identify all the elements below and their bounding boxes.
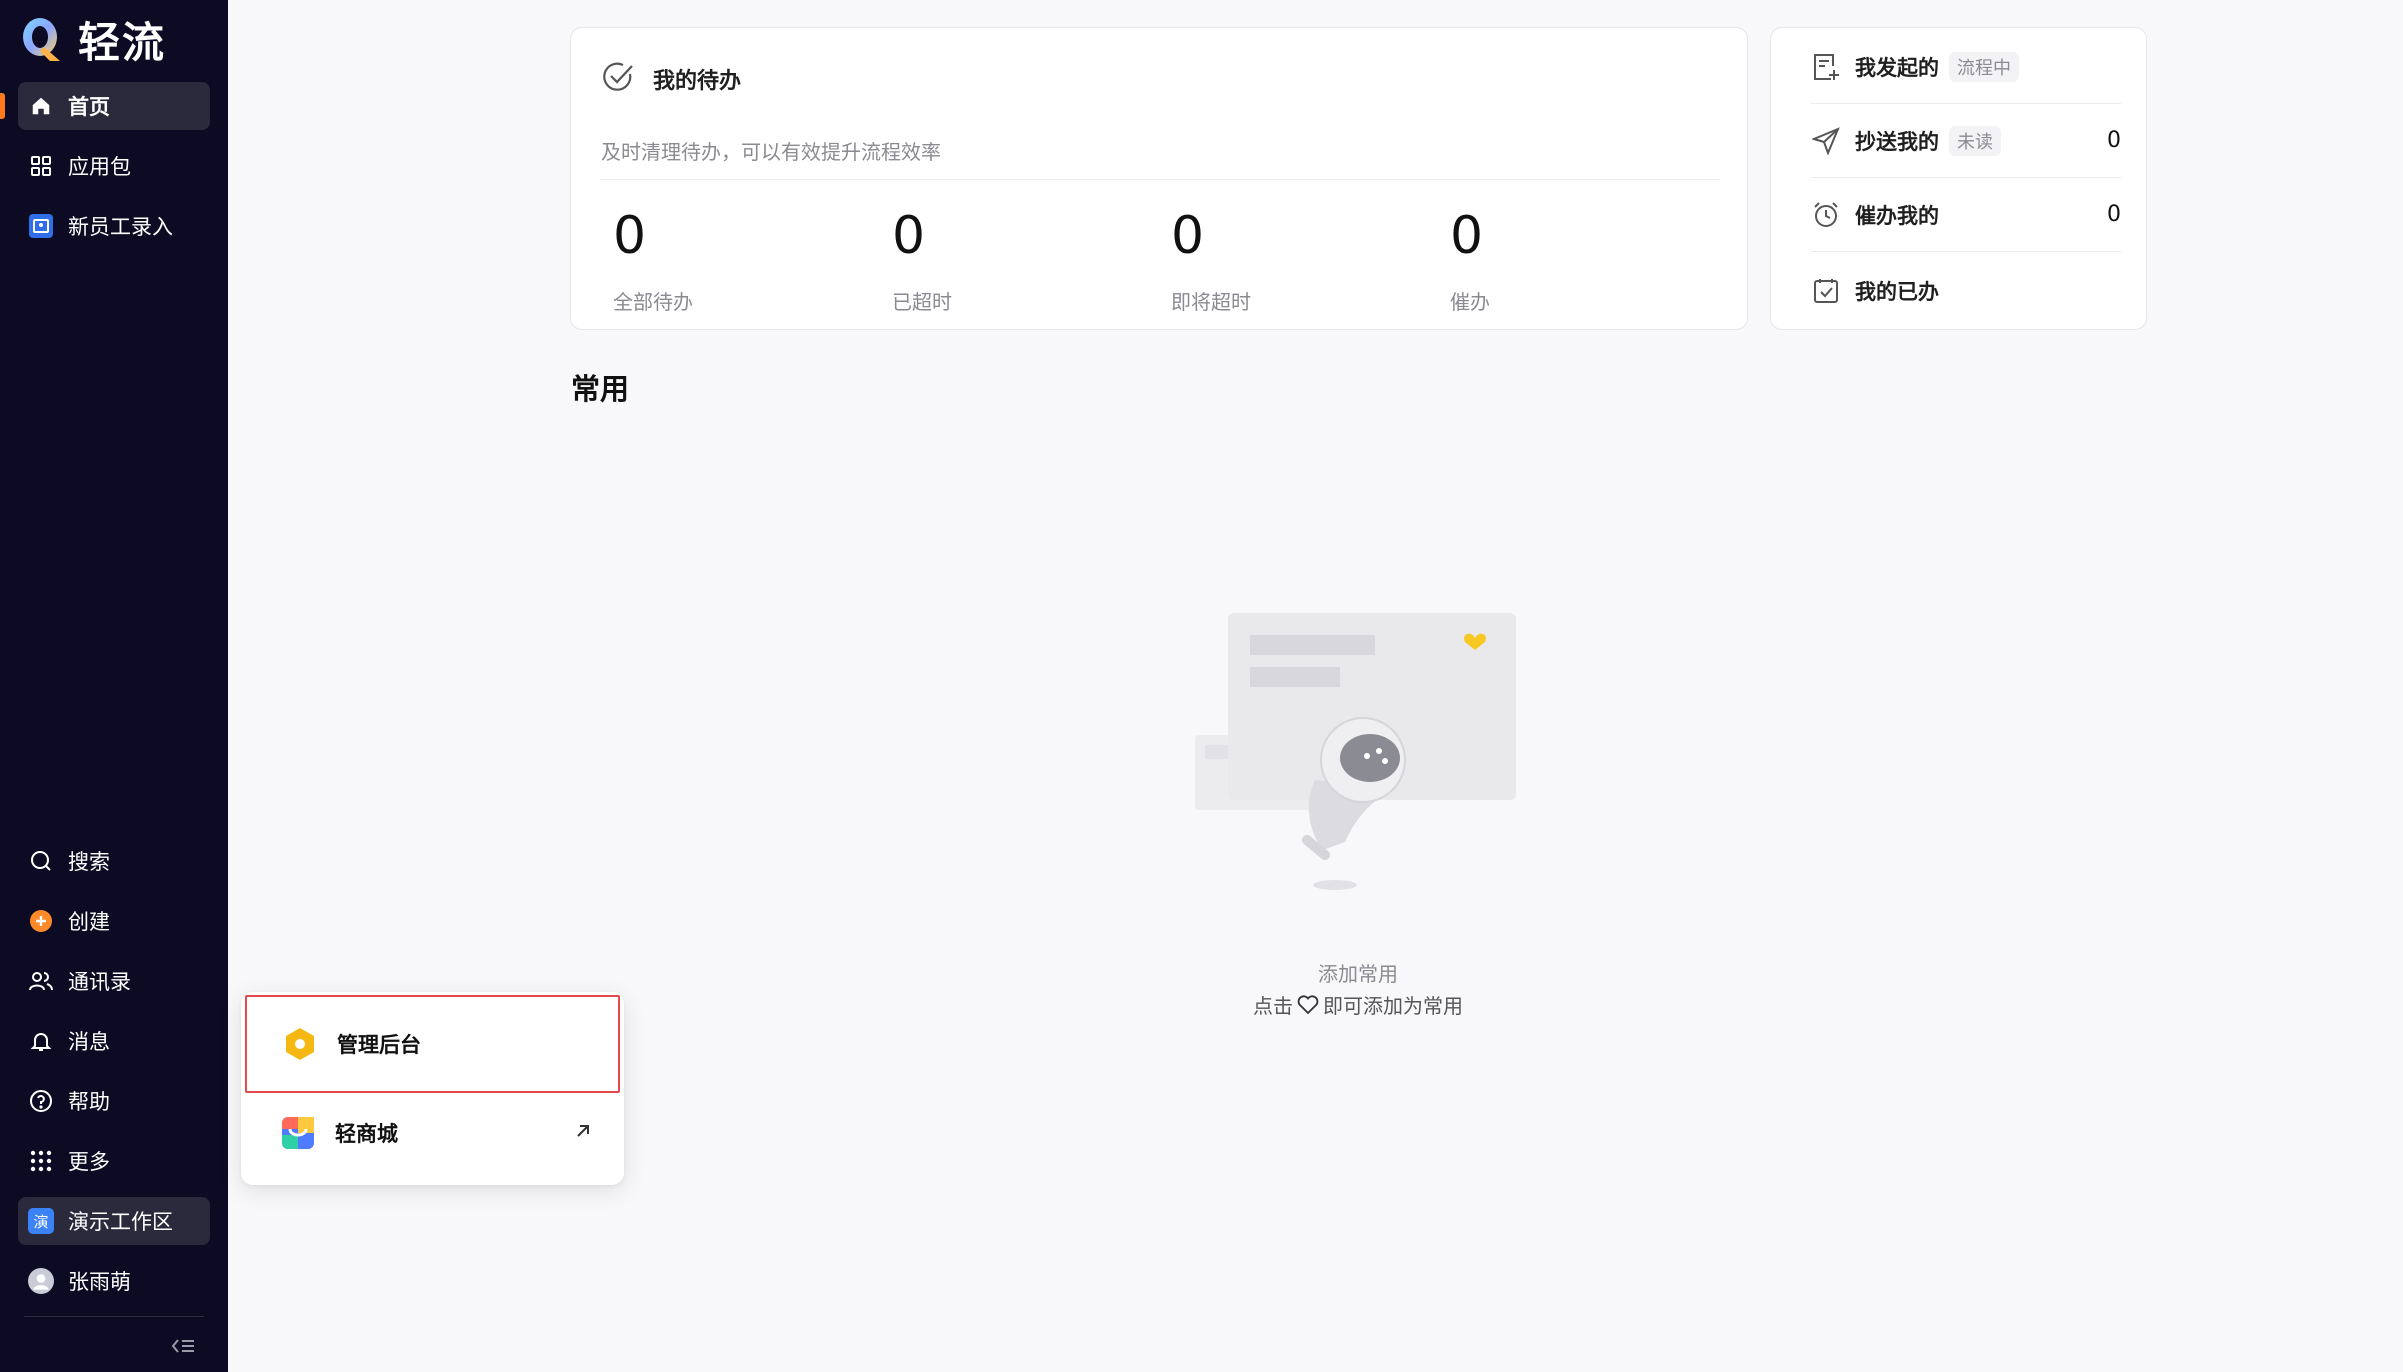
stat-value: 0 <box>892 206 926 266</box>
status-badge: 未读 <box>1949 125 2001 156</box>
alarm-clock-icon <box>1811 200 1841 230</box>
app-root: 轻流 首页 应用包 新员工录入 搜索 创建 通讯录 消息 帮助 更多 演 演示工… <box>0 0 2403 1372</box>
search-icon <box>28 848 54 874</box>
todo-header: 我的待办 <box>601 60 741 98</box>
user-name: 张雨萌 <box>68 1270 131 1294</box>
process-summary-card: 我发起的 流程中 抄送我的 未读 0 催办我的 0 我的已办 <box>1770 27 2147 330</box>
empty-state-hint: 点击 即可添加为常用 <box>1208 990 1508 1019</box>
menu-item-admin-console[interactable]: 管理后台 <box>245 995 620 1093</box>
divider <box>601 179 1719 180</box>
workspace-badge: 演 <box>28 1208 54 1234</box>
menu-item-label: 轻商城 <box>335 1122 398 1146</box>
dots-grid-icon <box>28 1148 54 1174</box>
logo-text: 轻流 <box>78 17 167 67</box>
menu-item-store[interactable]: 轻商城 <box>245 1090 620 1176</box>
sidebar: 轻流 首页 应用包 新员工录入 搜索 创建 通讯录 消息 帮助 更多 演 演示工… <box>0 0 228 1372</box>
row-done-by-me[interactable]: 我的已办 <box>1811 254 2121 328</box>
row-count: 0 <box>2107 128 2121 153</box>
help-icon <box>28 1088 54 1114</box>
hint-text-pre: 点击 <box>1253 994 1293 1018</box>
sidebar-item-label: 首页 <box>68 95 110 119</box>
row-urged-me[interactable]: 催办我的 0 <box>1811 178 2121 252</box>
todo-subtitle: 及时清理待办，可以有效提升流程效率 <box>601 140 941 164</box>
row-count: 0 <box>2107 202 2121 227</box>
workspace-label: 演示工作区 <box>68 1210 173 1234</box>
collapse-sidebar-icon[interactable] <box>170 1334 196 1358</box>
sidebar-divider <box>24 1316 204 1317</box>
stat-overdue[interactable]: 0 已超时 <box>892 206 1152 315</box>
stat-value: 0 <box>1171 206 1205 266</box>
empty-state-title: 添加常用 <box>1318 962 1398 986</box>
sidebar-item-messages[interactable]: 消息 <box>18 1017 210 1065</box>
row-label: 催办我的 <box>1855 203 1939 228</box>
row-label: 我发起的 <box>1855 55 1939 80</box>
logo[interactable]: 轻流 <box>20 14 166 67</box>
home-icon <box>28 93 54 119</box>
sidebar-item-label: 创建 <box>68 910 110 934</box>
todo-card: 我的待办 及时清理待办，可以有效提升流程效率 0 全部待办 0 已超时 0 即将… <box>570 27 1748 330</box>
active-indicator <box>0 93 5 119</box>
app-tile-icon <box>28 213 54 239</box>
sidebar-item-create[interactable]: 创建 <box>18 897 210 945</box>
sidebar-item-label: 更多 <box>68 1150 110 1174</box>
sidebar-item-app-packages[interactable]: 应用包 <box>18 142 210 190</box>
empty-state-illustration <box>1195 610 1520 895</box>
sidebar-item-label: 应用包 <box>68 155 131 179</box>
stat-value: 0 <box>613 206 647 266</box>
send-icon <box>1811 126 1841 156</box>
stat-label: 催办 <box>1450 290 1490 314</box>
stat-urged[interactable]: 0 催办 <box>1450 206 1710 315</box>
menu-item-label: 管理后台 <box>337 1033 421 1057</box>
stat-all-todo[interactable]: 0 全部待办 <box>613 206 873 315</box>
sidebar-item-label: 通讯录 <box>68 970 131 994</box>
row-label: 抄送我的 <box>1855 129 1939 154</box>
sidebar-item-label: 消息 <box>68 1030 110 1054</box>
stat-label: 已超时 <box>892 290 952 314</box>
plus-circle-icon <box>28 908 54 934</box>
sidebar-item-more[interactable]: 更多 <box>18 1137 210 1185</box>
store-icon <box>279 1114 317 1152</box>
grid-icon <box>28 153 54 179</box>
stat-label: 全部待办 <box>613 290 693 314</box>
contacts-icon <box>28 968 54 994</box>
external-link-icon <box>574 1121 592 1145</box>
sidebar-item-label: 帮助 <box>68 1090 110 1114</box>
stat-value: 0 <box>1450 206 1484 266</box>
sidebar-item-label: 搜索 <box>68 850 110 874</box>
sidebar-item-new-employee[interactable]: 新员工录入 <box>18 202 210 250</box>
row-initiated-by-me[interactable]: 我发起的 流程中 <box>1811 30 2121 104</box>
sidebar-item-contacts[interactable]: 通讯录 <box>18 957 210 1005</box>
sidebar-item-help[interactable]: 帮助 <box>18 1077 210 1125</box>
logo-icon <box>20 15 64 63</box>
bell-icon <box>28 1028 54 1054</box>
user-profile[interactable]: 张雨萌 <box>18 1257 210 1305</box>
sidebar-item-label: 新员工录入 <box>68 215 173 239</box>
avatar <box>28 1268 54 1294</box>
stat-label: 即将超时 <box>1171 290 1251 314</box>
row-label: 我的已办 <box>1855 280 1939 304</box>
status-badge: 流程中 <box>1949 51 2019 82</box>
row-cc-to-me[interactable]: 抄送我的 未读 0 <box>1811 104 2121 178</box>
check-circle-icon <box>601 60 635 98</box>
calendar-check-icon <box>1811 276 1841 306</box>
hint-text-post: 即可添加为常用 <box>1323 994 1463 1018</box>
hexagon-icon <box>281 1025 319 1063</box>
heart-icon <box>1297 994 1319 1015</box>
stat-due-soon[interactable]: 0 即将超时 <box>1171 206 1431 315</box>
common-section-title: 常用 <box>571 372 630 406</box>
document-add-icon <box>1811 52 1841 82</box>
workspace-switcher[interactable]: 演 演示工作区 <box>18 1197 210 1245</box>
sidebar-item-home[interactable]: 首页 <box>18 82 210 130</box>
sidebar-item-search[interactable]: 搜索 <box>18 837 210 885</box>
todo-title: 我的待办 <box>653 69 742 94</box>
